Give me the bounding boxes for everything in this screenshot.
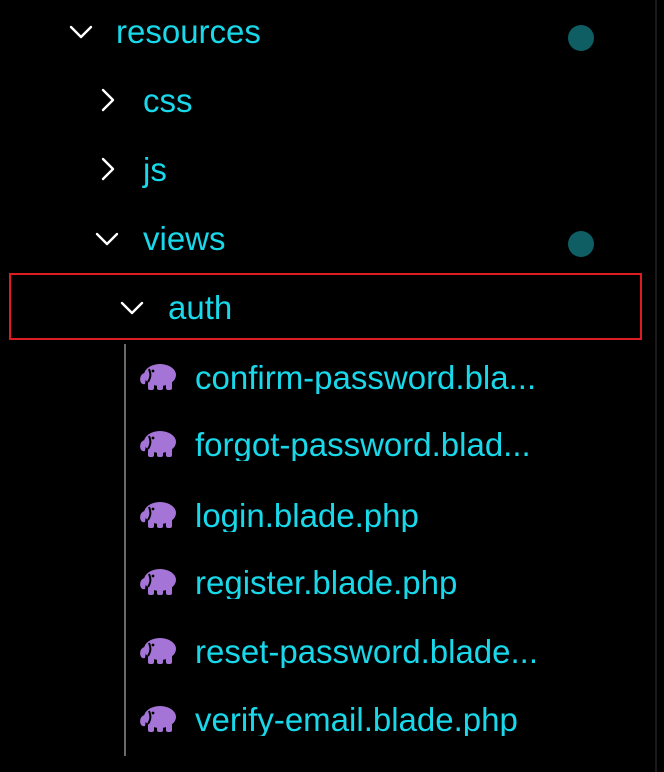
folder-auth[interactable]: auth (0, 273, 655, 341)
folder-label: resources (116, 12, 261, 50)
chevron-right-icon[interactable] (94, 87, 120, 113)
chevron-right-icon[interactable] (94, 156, 120, 182)
modified-dot (568, 231, 594, 257)
php-elephant-icon (136, 429, 182, 459)
file-item[interactable]: reset-password.blade... (0, 617, 655, 685)
php-elephant-icon (136, 362, 182, 392)
file-label: reset-password.blade... (195, 634, 539, 668)
panel-edge (655, 0, 657, 772)
file-label: forgot-password.blad... (195, 427, 531, 461)
chevron-down-icon[interactable] (68, 18, 94, 44)
file-label: confirm-password.bla... (195, 360, 537, 394)
folder-resources[interactable]: resources (0, 0, 655, 65)
php-elephant-icon (136, 500, 182, 530)
file-item[interactable]: login.blade.php (0, 481, 655, 549)
file-item[interactable]: verify-email.blade.php (0, 685, 655, 753)
folder-label: auth (168, 288, 233, 326)
file-item[interactable]: register.blade.php (0, 548, 655, 616)
folder-label: js (143, 150, 167, 188)
chevron-down-icon[interactable] (119, 294, 145, 320)
folder-css[interactable]: css (0, 66, 655, 134)
file-explorer: resources css js views auth confirm-pass… (0, 0, 664, 772)
folder-js[interactable]: js (0, 135, 655, 203)
php-elephant-icon (136, 704, 182, 734)
php-elephant-icon (136, 567, 182, 597)
modified-dot (568, 25, 594, 51)
file-label: register.blade.php (195, 565, 458, 599)
php-elephant-icon (136, 636, 182, 666)
folder-views[interactable]: views (0, 204, 655, 272)
folder-label: views (143, 219, 226, 257)
file-item[interactable]: forgot-password.blad... (0, 410, 655, 478)
chevron-down-icon[interactable] (94, 225, 120, 251)
file-label: login.blade.php (195, 498, 419, 532)
file-item[interactable]: confirm-password.bla... (0, 343, 655, 411)
folder-label: css (143, 81, 193, 119)
file-label: verify-email.blade.php (195, 702, 518, 736)
